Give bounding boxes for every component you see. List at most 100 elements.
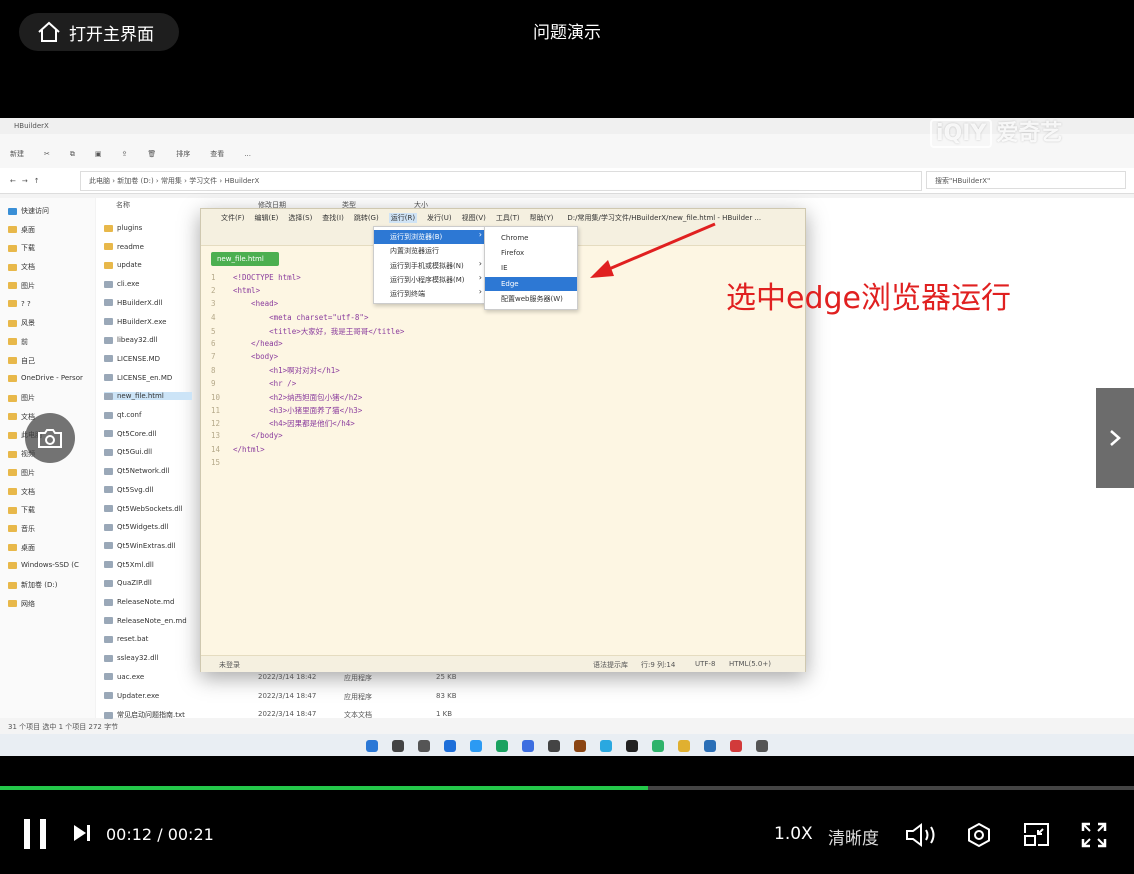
taskbar-app-icon[interactable] [444,740,456,752]
next-panel-button[interactable] [1096,388,1134,488]
taskbar-app-icon[interactable] [756,740,768,752]
browser-item-webw[interactable]: 配置web服务器(W) [485,292,577,306]
speed-button[interactable]: 1.0X [774,824,813,844]
file-item[interactable]: LICENSE_en.MD [104,374,172,382]
menu-0[interactable]: 文件(F) [221,213,245,223]
nav-item[interactable]: 前 [8,337,28,347]
taskbar-app-icon[interactable] [626,740,638,752]
volume-icon[interactable] [904,821,940,849]
share-icon[interactable]: ⇪ [122,150,128,158]
paste-icon[interactable]: ▣ [95,150,102,158]
menu-1[interactable]: 编辑(E) [255,213,279,223]
nav-item[interactable]: 文档 [8,487,35,497]
nav-item[interactable]: 图片 [8,393,35,403]
file-item[interactable]: libeay32.dll [104,336,158,344]
taskbar-app-icon[interactable] [392,740,404,752]
nav-item[interactable]: 下载 [8,505,35,515]
nav-item[interactable]: 网络 [8,599,35,609]
taskbar-app-icon[interactable] [496,740,508,752]
picture-in-picture-icon[interactable] [1022,821,1052,849]
editor-tab[interactable]: new_file.html [211,252,279,266]
new-button[interactable]: 新建 [10,149,24,159]
file-item[interactable]: Qt5Xml.dll [104,561,154,569]
file-item[interactable]: Qt5WebSockets.dll [104,505,183,513]
nav-item[interactable]: 图片 [8,281,35,291]
video-frame[interactable]: HBuilderX 新建 ✂ ⧉ ▣ ⇪ 🗑 排序 查看 ... ← → ↑ 此… [0,118,1134,756]
crumb-drive[interactable]: 新加卷 (D:) [117,177,153,185]
more-button[interactable]: ... [244,150,251,158]
run-menu-item[interactable]: 运行到手机或模拟器(N) [374,259,486,273]
run-menu-item[interactable]: 内置浏览器运行 [374,244,486,258]
nav-item[interactable]: 快速访问 [8,206,49,216]
menu-9[interactable]: 帮助(Y) [530,213,554,223]
nav-item[interactable]: 下载 [8,243,35,253]
nav-item[interactable]: Windows-SSD (C [8,561,79,569]
file-item[interactable]: Qt5Network.dll [104,467,170,475]
next-icon[interactable] [72,822,92,844]
crumb-common[interactable]: 常用集 [161,177,182,185]
run-menu-item[interactable]: 运行到小程序模拟器(M) [374,273,486,287]
file-item[interactable]: new_file.html [104,392,192,401]
file-item[interactable]: ReleaseNote.md [104,598,174,606]
address-bar[interactable]: 此电脑 › 新加卷 (D:) › 常用集 › 学习文件 › HBuilderX [80,171,922,191]
taskbar-app-icon[interactable] [600,740,612,752]
crumb-study[interactable]: 学习文件 [189,177,217,185]
file-item[interactable]: HBuilderX.dll [104,299,162,307]
screenshot-button[interactable] [25,413,75,463]
file-item[interactable]: LICENSE.MD [104,355,160,363]
browser-item-edge[interactable]: Edge [485,276,577,291]
nav-item[interactable]: 风景 [8,318,35,328]
file-item[interactable]: Qt5WinExtras.dll [104,542,176,550]
nav-item[interactable]: 文档 [8,262,35,272]
menu-7[interactable]: 视图(V) [462,213,486,223]
file-item[interactable]: ssleay32.dll [104,654,158,662]
taskbar-app-icon[interactable] [704,740,716,752]
menu-4[interactable]: 跳转(G) [354,213,379,223]
delete-icon[interactable]: 🗑 [147,150,156,158]
nav-item[interactable]: 图片 [8,468,35,478]
nav-item[interactable]: 新加卷 (D:) [8,580,57,590]
taskbar-app-icon[interactable] [470,740,482,752]
taskbar-app-icon[interactable] [548,740,560,752]
run-menu-item[interactable]: 运行到终端 [374,287,486,301]
nav-item[interactable]: 桌面 [8,543,35,553]
file-item[interactable]: qt.conf [104,411,141,419]
menu-8[interactable]: 工具(T) [496,213,520,223]
sort-button[interactable]: 排序 [176,149,190,159]
nav-item[interactable]: OneDrive - Persor [8,374,83,382]
file-item[interactable]: Qt5Widgets.dll [104,523,169,531]
pause-icon[interactable] [22,817,48,851]
crumb-this-pc[interactable]: 此电脑 [89,177,110,185]
cut-icon[interactable]: ✂ [44,150,50,158]
file-item[interactable]: uac.exe [104,673,144,681]
menu-2[interactable]: 选择(S) [288,213,312,223]
crumb-hbuilderx[interactable]: HBuilderX [224,177,259,185]
menu-3[interactable]: 查找(I) [322,213,344,223]
fullscreen-icon[interactable] [1080,821,1108,849]
menu-5[interactable]: 运行(R) [388,213,418,223]
file-item[interactable]: HBuilderX.exe [104,318,166,326]
file-item[interactable]: reset.bat [104,635,148,643]
file-item[interactable]: Qt5Svg.dll [104,486,153,494]
taskbar-app-icon[interactable] [366,740,378,752]
taskbar-app-icon[interactable] [730,740,742,752]
up-icon[interactable]: ↑ [34,177,40,185]
file-item[interactable]: Qt5Gui.dll [104,448,152,456]
search-field[interactable]: 搜索"HBuilderX" [926,171,1126,189]
view-button[interactable]: 查看 [210,149,224,159]
file-item[interactable]: readme [104,243,144,251]
copy-icon[interactable]: ⧉ [70,150,75,159]
forward-icon[interactable]: → [22,177,28,185]
quality-button[interactable]: 清晰度 [828,824,879,849]
nav-item[interactable]: 桌面 [8,225,35,235]
settings-icon[interactable] [966,821,992,849]
file-item[interactable]: cli.exe [104,280,139,288]
taskbar-app-icon[interactable] [418,740,430,752]
menu-6[interactable]: 发行(U) [427,213,452,223]
run-menu-item[interactable]: 运行到浏览器(B) [374,230,486,244]
nav-item[interactable]: 音乐 [8,524,35,534]
progress-bar[interactable] [0,786,1134,790]
file-item[interactable]: Updater.exe [104,692,159,700]
browser-item-chrome[interactable]: Chrome [485,231,577,245]
taskbar-app-icon[interactable] [652,740,664,752]
